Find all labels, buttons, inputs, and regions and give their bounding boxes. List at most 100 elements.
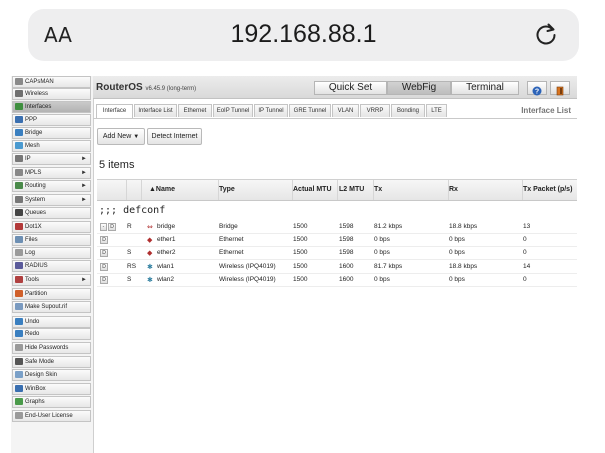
- details-button[interactable]: D: [100, 276, 108, 284]
- graphs-icon: [15, 398, 23, 405]
- interface-type: Wireless (IPQ4019): [219, 276, 276, 283]
- interface-type: Ethernet: [219, 249, 244, 256]
- sidebar-item-capsman[interactable]: CAPsMAN: [12, 76, 91, 88]
- tab-gre-tunnel[interactable]: GRE Tunnel: [289, 104, 331, 117]
- sidebar-item-label: Dot1X: [25, 224, 42, 230]
- sidebar-item-make-supout-rif[interactable]: Make Supout.rif: [12, 301, 91, 313]
- sidebar-item-undo[interactable]: Undo: [12, 316, 91, 328]
- sidebar-item-label: IP: [25, 156, 31, 162]
- sidebar-item-label: Safe Mode: [25, 359, 55, 365]
- sidebar-item-tools[interactable]: Tools ►: [12, 274, 91, 286]
- tab-interface-list[interactable]: Interface List: [134, 104, 177, 117]
- sidebar-item-safe-mode[interactable]: Safe Mode: [12, 356, 91, 368]
- l2-mtu: 1598: [339, 236, 354, 243]
- terminal-button[interactable]: Terminal: [451, 81, 519, 95]
- tab-ip-tunnel[interactable]: IP Tunnel: [254, 104, 288, 117]
- webfig-button[interactable]: WebFig: [387, 81, 451, 95]
- table-row[interactable]: - D R ⇔ bridge Bridge 1500 1598 81.2 kbps 18.8 kb…: [97, 221, 577, 234]
- sidebar-item-system[interactable]: System ►: [12, 194, 91, 206]
- column-divider: [141, 180, 142, 200]
- sidebar-item-label: Queues: [25, 210, 47, 216]
- table-row[interactable]: D ◆ ether1 Ethernet 1500 1598 0 bps 0 bps 0: [97, 234, 577, 247]
- sidebar-item-end-user-license[interactable]: End-User License: [12, 410, 91, 422]
- details-button[interactable]: D: [100, 236, 108, 244]
- tab-vrrp[interactable]: VRRP: [360, 104, 390, 117]
- tab-ethernet[interactable]: Ethernet: [178, 104, 212, 117]
- sidebar-item-radius[interactable]: RADIUS: [12, 260, 91, 272]
- sidebar-item-label: MPLS: [25, 170, 42, 176]
- tx-packet-rate: 13: [523, 223, 531, 230]
- sidebar-item-routing[interactable]: Routing ►: [12, 180, 91, 192]
- col-actual-mtu-header[interactable]: Actual MTU: [293, 180, 332, 200]
- sidebar-item-log[interactable]: Log: [12, 247, 91, 259]
- address-bar[interactable]: AA 192.168.88.1: [28, 9, 579, 61]
- tab-bonding[interactable]: Bonding: [391, 104, 425, 117]
- col-tx-packet-header[interactable]: Tx Packet (p/s): [523, 180, 572, 200]
- col-type-header[interactable]: Type: [219, 180, 235, 200]
- sidebar-item-hide-passwords[interactable]: Hide Passwords: [12, 342, 91, 354]
- tab-eoip-tunnel[interactable]: EoIP Tunnel: [213, 104, 253, 117]
- sidebar-item-graphs[interactable]: Graphs: [12, 396, 91, 408]
- table-row[interactable]: D RS ✱ wlan1 Wireless (IPQ4019) 1500 1600 81.7 …: [97, 261, 577, 274]
- rx-rate: 0 bps: [449, 249, 465, 256]
- tab-interface[interactable]: Interface: [96, 104, 133, 118]
- sidebar-item-queues[interactable]: Queues: [12, 207, 91, 219]
- radius-icon: [15, 262, 23, 269]
- actual-mtu: 1500: [293, 223, 308, 230]
- sidebar-item-redo[interactable]: Redo: [12, 328, 91, 340]
- table-header: ▲Name Type Actual MTU L2 MTU Tx Rx Tx Packet (…: [97, 179, 577, 201]
- sidebar-item-design-skin[interactable]: Design Skin: [12, 369, 91, 381]
- details-button[interactable]: D: [100, 249, 108, 257]
- sidebar-item-label: End-User License: [25, 413, 73, 419]
- sidebar-item-wireless[interactable]: Wireless: [12, 88, 91, 100]
- ppp-icon: [15, 116, 23, 123]
- logout-button[interactable]: [550, 81, 570, 96]
- col-rx-header[interactable]: Rx: [449, 180, 458, 200]
- submenu-arrow-icon: ►: [81, 277, 87, 283]
- sidebar-item-partition[interactable]: Partition: [12, 288, 91, 300]
- sidebar-item-interfaces[interactable]: Interfaces: [12, 101, 91, 113]
- license-icon: [15, 412, 23, 419]
- url-text[interactable]: 192.168.88.1: [28, 20, 579, 49]
- tools-icon: [15, 276, 23, 283]
- sidebar-item-bridge[interactable]: Bridge: [12, 127, 91, 139]
- table-row[interactable]: D S ✱ wlan2 Wireless (IPQ4019) 1500 1600 0 bps 0…: [97, 274, 577, 287]
- l2-mtu: 1598: [339, 249, 354, 256]
- add-new-button[interactable]: Add New ▼: [97, 128, 145, 145]
- tx-packet-rate: 0: [523, 276, 527, 283]
- help-button[interactable]: ?: [527, 81, 547, 96]
- sidebar-item-label: Make Supout.rif: [25, 304, 68, 310]
- sidebar-item-ppp[interactable]: PPP: [12, 114, 91, 126]
- tab-lte[interactable]: LTE: [426, 104, 447, 117]
- details-button[interactable]: D: [100, 263, 108, 271]
- sidebar-item-label: Log: [25, 250, 36, 256]
- l2-mtu: 1600: [339, 276, 354, 283]
- sidebar-item-dot1x[interactable]: Dot1X: [12, 221, 91, 233]
- wireless-port-icon: ✱: [147, 263, 153, 271]
- table-row[interactable]: D S ◆ ether2 Ethernet 1500 1598 0 bps 0 bps 0: [97, 247, 577, 260]
- sidebar-menu: CAPsMAN Wireless Interfaces PPP Bridge Mesh IP…: [11, 76, 94, 453]
- sidebar-item-winbox[interactable]: WinBox: [12, 383, 91, 395]
- actual-mtu: 1500: [293, 249, 308, 256]
- sidebar-item-mesh[interactable]: Mesh: [12, 140, 91, 152]
- disable-button[interactable]: -: [100, 223, 107, 231]
- version-label: v6.45.9 (long-term): [145, 86, 197, 92]
- bridge-icon: [15, 129, 23, 136]
- details-button[interactable]: D: [108, 223, 116, 231]
- quick-set-button[interactable]: Quick Set: [314, 81, 387, 95]
- sidebar-item-label: Bridge: [25, 130, 43, 136]
- sidebar-item-files[interactable]: Files: [12, 234, 91, 246]
- tab-vlan[interactable]: VLAN: [332, 104, 359, 117]
- sidebar-item-mpls[interactable]: MPLS ►: [12, 167, 91, 179]
- col-name-header[interactable]: ▲Name: [149, 180, 175, 200]
- sidebar-item-ip[interactable]: IP ►: [12, 153, 91, 165]
- row-flags: S: [127, 249, 132, 256]
- col-tx-header[interactable]: Tx: [374, 180, 382, 200]
- sidebar-item-label: Wireless: [25, 91, 49, 97]
- interfaces-icon: [15, 103, 23, 110]
- col-l2-mtu-header[interactable]: L2 MTU: [339, 180, 364, 200]
- reload-icon[interactable]: [533, 21, 559, 47]
- routing-icon: [15, 182, 23, 189]
- detect-internet-button[interactable]: Detect Internet: [147, 128, 202, 145]
- undo-icon: [15, 318, 23, 325]
